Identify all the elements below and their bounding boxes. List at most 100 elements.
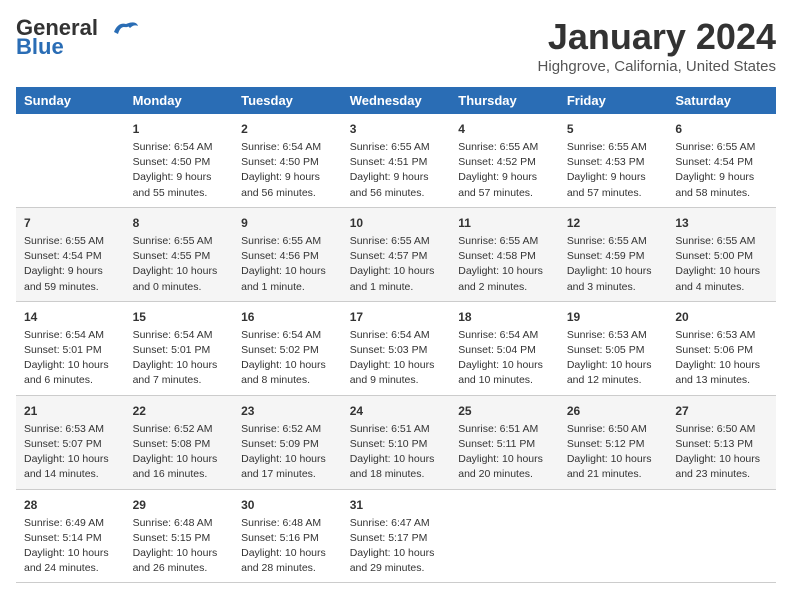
cell-info: Sunrise: 6:55 AMSunset: 4:54 PMDaylight:… [675, 140, 768, 201]
day-number: 14 [24, 308, 117, 326]
calendar-cell: 11 Sunrise: 6:55 AMSunset: 4:58 PMDayligh… [450, 207, 559, 301]
day-number: 4 [458, 120, 551, 138]
cell-info: Sunrise: 6:55 AMSunset: 4:56 PMDaylight:… [241, 234, 334, 295]
header-day-saturday: Saturday [667, 87, 776, 114]
cell-info: Sunrise: 6:54 AMSunset: 5:03 PMDaylight:… [350, 328, 443, 389]
day-number: 23 [241, 402, 334, 420]
calendar-header-row: SundayMondayTuesdayWednesdayThursdayFrid… [16, 87, 776, 114]
cell-info: Sunrise: 6:52 AMSunset: 5:08 PMDaylight:… [133, 422, 226, 483]
day-number: 13 [675, 214, 768, 232]
month-title: January 2024 [538, 16, 776, 58]
day-number: 10 [350, 214, 443, 232]
day-number: 6 [675, 120, 768, 138]
calendar-cell [450, 489, 559, 583]
calendar-cell: 8Sunrise: 6:55 AMSunset: 4:55 PMDaylight… [125, 207, 234, 301]
cell-info: Sunrise: 6:55 AMSunset: 4:53 PMDaylight:… [567, 140, 660, 201]
calendar-cell: 22 Sunrise: 6:52 AMSunset: 5:08 PMDayligh… [125, 395, 234, 489]
day-number: 8 [133, 214, 226, 232]
title-block: January 2024 Highgrove, California, Unit… [538, 16, 776, 75]
cell-info: Sunrise: 6:53 AMSunset: 5:07 PMDaylight:… [24, 422, 117, 483]
cell-info: Sunrise: 6:55 AMSunset: 4:57 PMDaylight:… [350, 234, 443, 295]
calendar-cell: 24Sunrise: 6:51 AMSunset: 5:10 PMDayligh… [342, 395, 451, 489]
cell-info: Sunrise: 6:55 AMSunset: 5:00 PMDaylight:… [675, 234, 768, 295]
calendar-week-row: 1 Sunrise: 6:54 AMSunset: 4:50 PMDaylight… [16, 114, 776, 207]
calendar-cell: 19 Sunrise: 6:53 AMSunset: 5:05 PMDayligh… [559, 301, 668, 395]
cell-info: Sunrise: 6:53 AMSunset: 5:05 PMDaylight:… [567, 328, 660, 389]
calendar-cell: 5Sunrise: 6:55 AMSunset: 4:53 PMDaylight… [559, 114, 668, 207]
calendar-cell: 2 Sunrise: 6:54 AMSunset: 4:50 PMDaylight… [233, 114, 342, 207]
day-number: 17 [350, 308, 443, 326]
day-number: 2 [241, 120, 334, 138]
calendar-cell: 13 Sunrise: 6:55 AMSunset: 5:00 PMDayligh… [667, 207, 776, 301]
calendar-cell [667, 489, 776, 583]
cell-info: Sunrise: 6:55 AMSunset: 4:54 PMDaylight:… [24, 234, 117, 295]
calendar-cell: 9 Sunrise: 6:55 AMSunset: 4:56 PMDaylight… [233, 207, 342, 301]
cell-info: Sunrise: 6:54 AMSunset: 4:50 PMDaylight:… [241, 140, 334, 201]
header-day-monday: Monday [125, 87, 234, 114]
day-number: 1 [133, 120, 226, 138]
header-day-tuesday: Tuesday [233, 87, 342, 114]
cell-info: Sunrise: 6:48 AMSunset: 5:15 PMDaylight:… [133, 516, 226, 577]
calendar-cell: 29 Sunrise: 6:48 AMSunset: 5:15 PMDayligh… [125, 489, 234, 583]
day-number: 20 [675, 308, 768, 326]
header-day-thursday: Thursday [450, 87, 559, 114]
calendar-cell [16, 114, 125, 207]
header-day-sunday: Sunday [16, 87, 125, 114]
cell-info: Sunrise: 6:47 AMSunset: 5:17 PMDaylight:… [350, 516, 443, 577]
calendar-cell: 30 Sunrise: 6:48 AMSunset: 5:16 PMDayligh… [233, 489, 342, 583]
calendar-cell: 23 Sunrise: 6:52 AMSunset: 5:09 PMDayligh… [233, 395, 342, 489]
cell-info: Sunrise: 6:54 AMSunset: 5:04 PMDaylight:… [458, 328, 551, 389]
calendar-cell: 7 Sunrise: 6:55 AMSunset: 4:54 PMDaylight… [16, 207, 125, 301]
calendar-cell: 1 Sunrise: 6:54 AMSunset: 4:50 PMDaylight… [125, 114, 234, 207]
day-number: 28 [24, 496, 117, 514]
day-number: 15 [133, 308, 226, 326]
cell-info: Sunrise: 6:52 AMSunset: 5:09 PMDaylight:… [241, 422, 334, 483]
cell-info: Sunrise: 6:54 AMSunset: 5:01 PMDaylight:… [24, 328, 117, 389]
calendar-cell: 12Sunrise: 6:55 AMSunset: 4:59 PMDayligh… [559, 207, 668, 301]
day-number: 19 [567, 308, 660, 326]
day-number: 16 [241, 308, 334, 326]
page-header: General Blue January 2024 Highgrove, Cal… [16, 16, 776, 75]
calendar-cell: 31 Sunrise: 6:47 AMSunset: 5:17 PMDayligh… [342, 489, 451, 583]
calendar-cell: 21Sunrise: 6:53 AMSunset: 5:07 PMDayligh… [16, 395, 125, 489]
day-number: 26 [567, 402, 660, 420]
cell-info: Sunrise: 6:54 AMSunset: 5:02 PMDaylight:… [241, 328, 334, 389]
calendar-week-row: 14 Sunrise: 6:54 AMSunset: 5:01 PMDayligh… [16, 301, 776, 395]
cell-info: Sunrise: 6:54 AMSunset: 5:01 PMDaylight:… [133, 328, 226, 389]
cell-info: Sunrise: 6:49 AMSunset: 5:14 PMDaylight:… [24, 516, 117, 577]
calendar-cell: 6 Sunrise: 6:55 AMSunset: 4:54 PMDaylight… [667, 114, 776, 207]
day-number: 7 [24, 214, 117, 232]
day-number: 18 [458, 308, 551, 326]
calendar-cell: 16 Sunrise: 6:54 AMSunset: 5:02 PMDayligh… [233, 301, 342, 395]
day-number: 22 [133, 402, 226, 420]
header-day-friday: Friday [559, 87, 668, 114]
cell-info: Sunrise: 6:48 AMSunset: 5:16 PMDaylight:… [241, 516, 334, 577]
day-number: 25 [458, 402, 551, 420]
day-number: 24 [350, 402, 443, 420]
calendar-cell: 15 Sunrise: 6:54 AMSunset: 5:01 PMDayligh… [125, 301, 234, 395]
day-number: 27 [675, 402, 768, 420]
calendar-cell: 26 Sunrise: 6:50 AMSunset: 5:12 PMDayligh… [559, 395, 668, 489]
calendar-cell: 18 Sunrise: 6:54 AMSunset: 5:04 PMDayligh… [450, 301, 559, 395]
cell-info: Sunrise: 6:53 AMSunset: 5:06 PMDaylight:… [675, 328, 768, 389]
day-number: 9 [241, 214, 334, 232]
cell-info: Sunrise: 6:50 AMSunset: 5:13 PMDaylight:… [675, 422, 768, 483]
logo: General Blue [16, 16, 153, 58]
day-number: 11 [458, 214, 551, 232]
calendar-cell: 3Sunrise: 6:55 AMSunset: 4:51 PMDaylight… [342, 114, 451, 207]
calendar-cell: 10 Sunrise: 6:55 AMSunset: 4:57 PMDayligh… [342, 207, 451, 301]
day-number: 30 [241, 496, 334, 514]
cell-info: Sunrise: 6:54 AMSunset: 4:50 PMDaylight:… [133, 140, 226, 201]
cell-info: Sunrise: 6:55 AMSunset: 4:58 PMDaylight:… [458, 234, 551, 295]
calendar-cell: 14 Sunrise: 6:54 AMSunset: 5:01 PMDayligh… [16, 301, 125, 395]
calendar-cell: 17 Sunrise: 6:54 AMSunset: 5:03 PMDayligh… [342, 301, 451, 395]
calendar-week-row: 21Sunrise: 6:53 AMSunset: 5:07 PMDayligh… [16, 395, 776, 489]
cell-info: Sunrise: 6:55 AMSunset: 4:51 PMDaylight:… [350, 140, 443, 201]
day-number: 29 [133, 496, 226, 514]
cell-info: Sunrise: 6:50 AMSunset: 5:12 PMDaylight:… [567, 422, 660, 483]
calendar-week-row: 28 Sunrise: 6:49 AMSunset: 5:14 PMDayligh… [16, 489, 776, 583]
calendar-cell [559, 489, 668, 583]
day-number: 31 [350, 496, 443, 514]
calendar-cell: 4Sunrise: 6:55 AMSunset: 4:52 PMDaylight… [450, 114, 559, 207]
calendar-cell: 27 Sunrise: 6:50 AMSunset: 5:13 PMDayligh… [667, 395, 776, 489]
